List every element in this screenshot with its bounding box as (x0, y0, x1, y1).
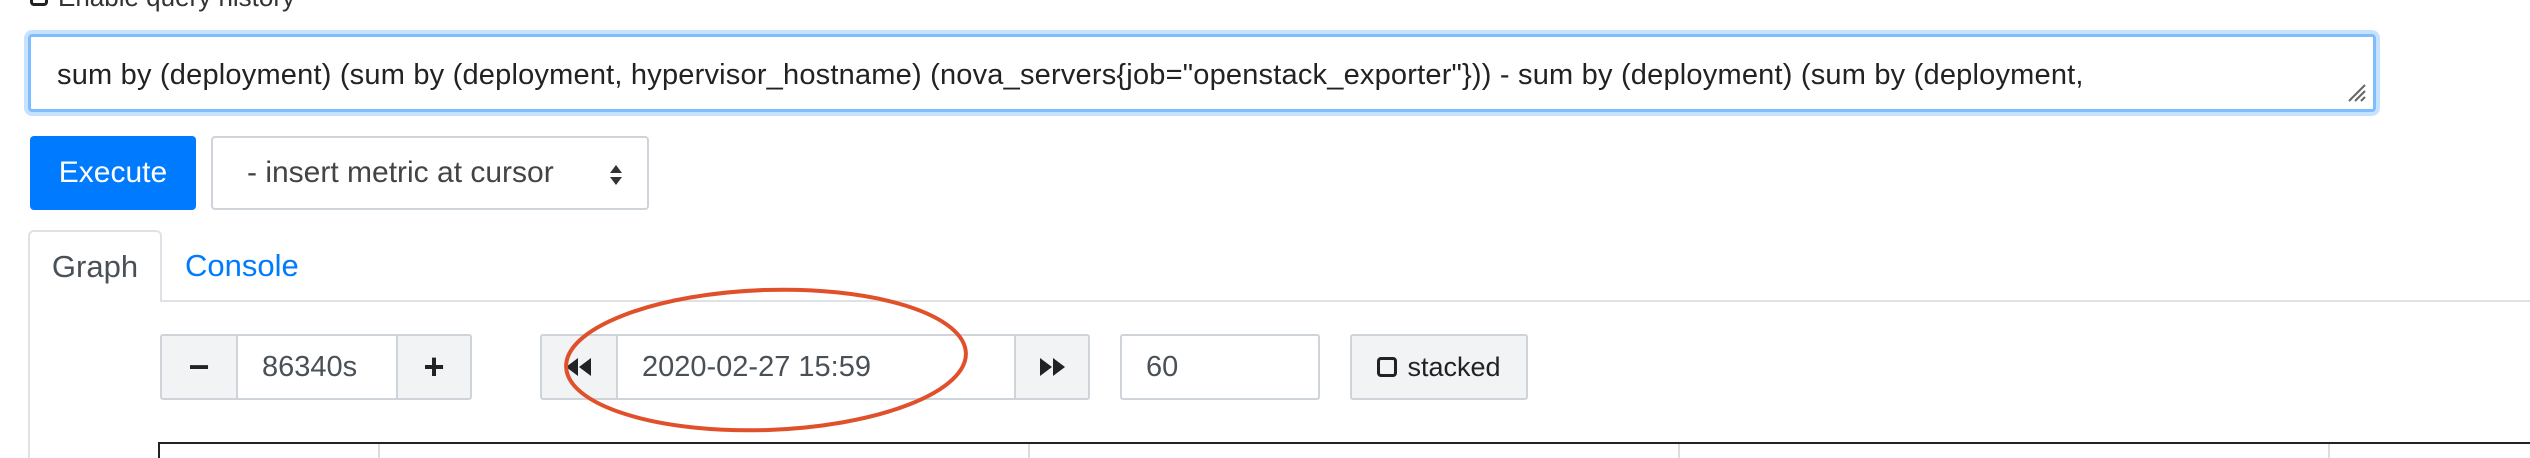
checkbox-icon (1377, 357, 1398, 377)
chart-gridline (1678, 444, 1680, 458)
sort-caret-icon (610, 165, 622, 185)
end-time-input[interactable]: 2020-02-27 15:59 (618, 334, 1014, 400)
tab-graph-label: Graph (51, 249, 139, 284)
checkbox-icon[interactable] (30, 0, 48, 6)
chart-gridline (1028, 444, 1030, 458)
resolution-input[interactable]: 60 (1120, 334, 1320, 400)
chart-gridline (378, 444, 380, 458)
chart-y-axis (158, 442, 160, 458)
range-input[interactable]: 86340s (238, 334, 396, 400)
stacked-toggle[interactable]: stacked (1350, 334, 1528, 400)
panel-border (28, 300, 30, 458)
expression-input[interactable]: sum by (deployment) (sum by (deployment,… (28, 34, 2376, 112)
tab-graph[interactable]: Graph (28, 230, 162, 302)
range-increase-button[interactable]: + (396, 334, 472, 400)
tabs-divider (28, 300, 2530, 302)
insert-metric-select[interactable]: - insert metric at cursor (211, 136, 649, 210)
chart-frame (158, 442, 2530, 444)
chart-gridline (2328, 444, 2330, 458)
tab-console[interactable]: Console (185, 248, 299, 284)
fast-backward-icon (566, 358, 591, 376)
time-back-button[interactable] (540, 334, 618, 400)
fast-forward-icon (1040, 358, 1065, 376)
range-control: − 86340s + (160, 334, 472, 400)
expression-text[interactable]: sum by (deployment) (sum by (deployment,… (57, 59, 2313, 92)
stacked-label: stacked (1407, 351, 1501, 382)
query-history-toggle[interactable]: Enable query history (30, 0, 295, 12)
end-time-control: 2020-02-27 15:59 (540, 334, 1090, 400)
time-forward-button[interactable] (1014, 334, 1090, 400)
query-history-label: Enable query history (58, 0, 295, 13)
resize-grip-icon[interactable] (2345, 81, 2367, 103)
range-decrease-button[interactable]: − (160, 334, 238, 400)
insert-metric-label: - insert metric at cursor (247, 156, 554, 189)
execute-button[interactable]: Execute (30, 136, 196, 210)
